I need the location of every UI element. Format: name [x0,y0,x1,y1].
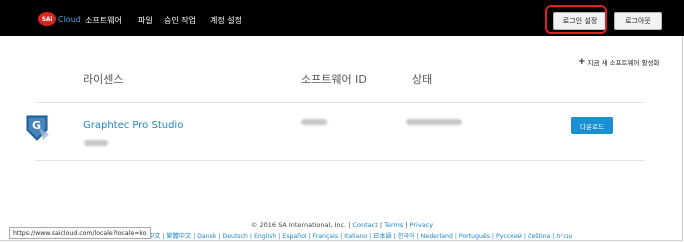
nav-account-settings[interactable]: 계정 설정 [210,15,242,26]
contact-link[interactable]: Contact [352,221,377,229]
language-links[interactable]: 中文 | 繁體中文 | Dansk | Deutsch | English | … [148,231,573,240]
column-header-status: 상태 [412,73,433,86]
redacted-product-detail [84,140,108,146]
table-bottom-divider [35,160,645,161]
cloud-label: Cloud [58,15,81,24]
activate-software-label: 지금 새 소프트웨어 활성화 [587,59,660,67]
nav-approvals[interactable]: 승인 작업 [164,15,196,26]
logo-text: SAi [41,15,53,23]
svg-text:G: G [32,119,41,132]
product-name-link[interactable]: Graphtec Pro Studio [83,120,183,131]
graphtec-product-icon: G [25,114,51,146]
browser-status-url: https://www.saicloud.com/locale?locale=k… [9,227,151,239]
terms-link[interactable]: Terms [384,221,403,229]
column-header-software-id: 소프트웨어 ID [301,73,367,86]
download-button[interactable]: 다운로드 [571,117,613,134]
sai-logo-icon[interactable]: SAi [38,12,56,26]
highlight-annotation [545,5,607,34]
plus-icon: + [578,57,586,67]
copyright-text: © 2016 SA International, Inc. | [250,221,353,229]
nav-software[interactable]: 소프트웨어 [85,15,122,26]
privacy-link[interactable]: Privacy [410,221,434,229]
redacted-software-id [301,119,327,125]
logout-button[interactable]: 로그아웃 [614,12,662,30]
nav-files[interactable]: 파일 [138,15,153,26]
activate-software-link[interactable]: + 지금 새 소프트웨어 활성화 [578,57,660,67]
column-header-license: 라이센스 [83,73,124,86]
redacted-status [406,119,462,125]
table-divider [35,102,645,103]
